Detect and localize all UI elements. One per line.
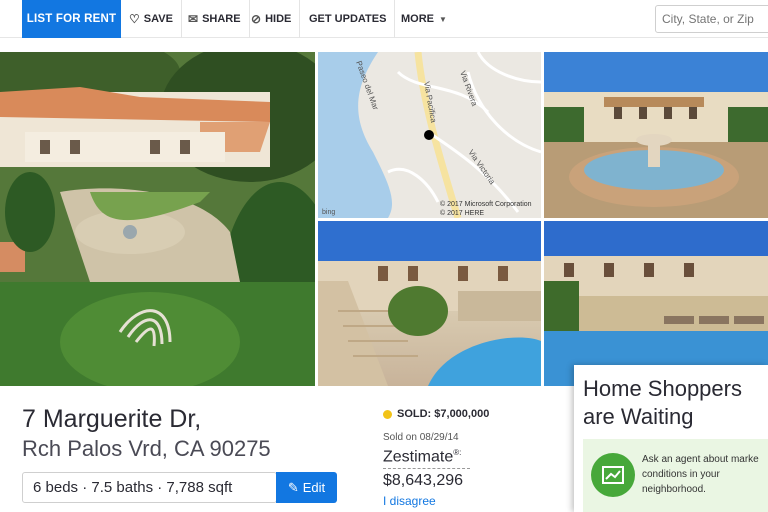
pool-image xyxy=(544,221,768,386)
get-updates-button[interactable]: GET UPDATES xyxy=(309,0,396,38)
get-updates-label: GET UPDATES xyxy=(309,13,387,25)
map-copyright: © 2017 HERE xyxy=(440,209,484,217)
location-map[interactable]: Paseo del Mar Via Rivera Via Pacifica Vi… xyxy=(318,52,541,218)
zestimate-text: Zestimate xyxy=(383,448,454,466)
heart-icon: ♡ xyxy=(129,12,140,26)
promo-text: Ask an agent about marke conditions in y… xyxy=(642,452,768,497)
share-label: SHARE xyxy=(202,13,241,25)
aerial-estate-image xyxy=(0,52,315,386)
pencil-icon: ✎ xyxy=(287,479,299,495)
edit-label: Edit xyxy=(302,480,326,495)
map-image: Paseo del Mar Via Rivera Via Pacifica Vi… xyxy=(318,52,541,218)
fountain-image xyxy=(544,52,768,218)
save-button[interactable]: ♡ SAVE xyxy=(129,0,182,38)
promo-text-line: neighborhood. xyxy=(642,484,706,495)
share-button[interactable]: ✉ SHARE xyxy=(188,0,250,38)
promo-title: Home Shoppers are Waiting xyxy=(583,376,742,429)
sold-date: Sold on 08/29/14 xyxy=(383,432,459,443)
zestimate-label[interactable]: Zestimate®: xyxy=(383,448,461,466)
chart-icon xyxy=(591,453,635,497)
zestimate-value: $8,643,296 xyxy=(383,472,464,489)
fountain-photo[interactable] xyxy=(544,52,768,218)
save-label: SAVE xyxy=(143,13,173,25)
map-copyright: © 2017 Microsoft Corporation xyxy=(440,200,532,208)
more-button[interactable]: MORE ▼ xyxy=(401,0,455,38)
hide-button[interactable]: ⊘ HIDE xyxy=(251,0,301,38)
zestimate-mark: ®: xyxy=(453,448,462,457)
agent-promo-card[interactable]: Home Shoppers are Waiting Ask an agent a… xyxy=(574,365,768,512)
stairs-image xyxy=(318,221,541,386)
hide-label: HIDE xyxy=(265,13,292,25)
zestimate-underline xyxy=(383,468,470,469)
bing-logo: bing xyxy=(322,209,335,216)
hide-circle-icon: ⊘ xyxy=(251,12,262,26)
more-label: MORE xyxy=(401,13,434,25)
search-input[interactable] xyxy=(655,5,768,33)
top-nav: LIST FOR RENT ♡ SAVE ✉ SHARE ⊘ HIDE GET … xyxy=(0,0,768,38)
address-line-2: Rch Palos Vrd, CA 90275 xyxy=(22,436,271,461)
promo-text-line: Ask an agent about marke xyxy=(642,454,759,465)
sold-price: SOLD: $7,000,000 xyxy=(397,408,490,420)
address-line-1: 7 Marguerite Dr, xyxy=(22,405,202,433)
property-stats: 6 beds · 7.5 baths · 7,788 sqft xyxy=(22,472,277,503)
mail-icon: ✉ xyxy=(188,12,199,26)
stairs-photo[interactable] xyxy=(318,221,541,386)
sold-status: SOLD: $7,000,000 xyxy=(383,408,489,420)
list-for-rent-button[interactable]: LIST FOR RENT xyxy=(22,0,121,38)
main-photo[interactable] xyxy=(0,52,315,386)
promo-box[interactable]: Ask an agent about marke conditions in y… xyxy=(583,439,768,512)
promo-text-line: conditions in your xyxy=(642,469,720,480)
disagree-link[interactable]: I disagree xyxy=(383,494,436,508)
pool-photo[interactable] xyxy=(544,221,768,386)
caret-down-icon: ▼ xyxy=(439,14,447,24)
edit-button[interactable]: ✎ Edit xyxy=(276,472,337,503)
status-dot-icon xyxy=(383,409,392,419)
